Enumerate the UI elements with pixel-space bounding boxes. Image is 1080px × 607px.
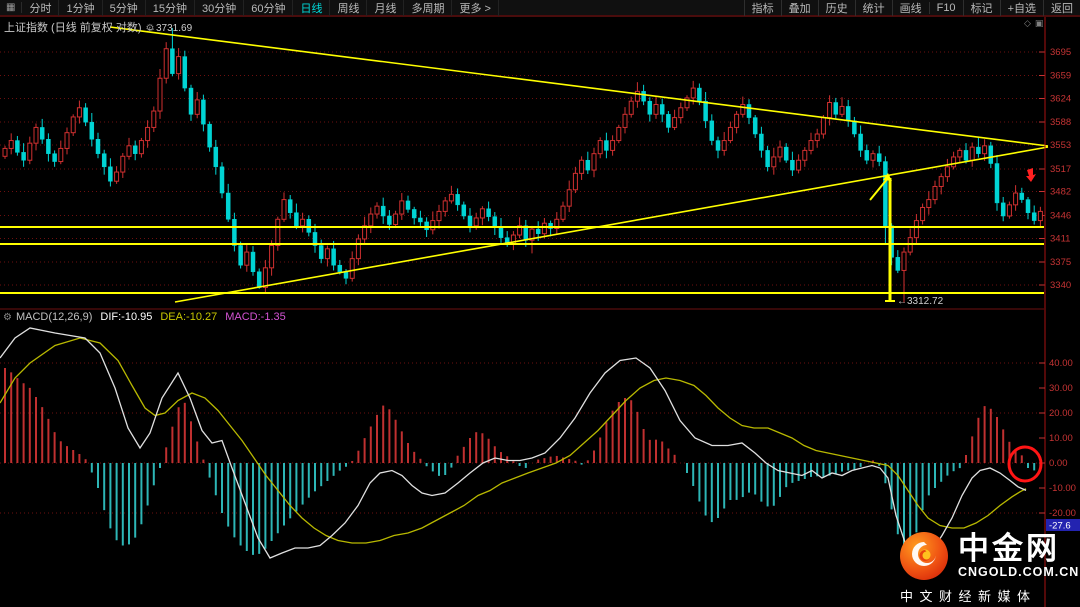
toolbar-item-indicator[interactable]: 指标 (743, 0, 781, 16)
diamond-icon[interactable]: ◇ (1024, 18, 1031, 29)
toolbar-item-mark[interactable]: 标记 (962, 0, 1000, 16)
macd-tick-label: 30.00 (1049, 383, 1073, 394)
watermark-tagline: 中文财经新媒体 (900, 589, 1037, 604)
drawn-annotations[interactable] (0, 26, 1049, 303)
macd-tick-label: -10.00 (1049, 483, 1076, 494)
price-tick-label: 3553 (1050, 140, 1071, 151)
toolbar-item-back[interactable]: 返回 (1043, 0, 1080, 16)
toolbar-item-stats[interactable]: 统计 (854, 0, 892, 16)
descending-trendline (109, 26, 1049, 147)
dea-line (0, 337, 1027, 544)
macd-gear-icon[interactable]: ⚙ (3, 312, 12, 323)
toolbar-item-30min[interactable]: 30分钟 (195, 0, 245, 16)
price-tick-label: 3446 (1050, 210, 1071, 221)
toolbar-item-time-sharing[interactable]: 分时 (22, 0, 60, 16)
macd-label-row: ⚙ MACD(12,26,9) DIF:-10.95 DEA:-10.27 MACD:-… (3, 311, 286, 323)
toolbar-item-1min[interactable]: 1分钟 (59, 0, 103, 16)
toolbar-item-5min[interactable]: 5分钟 (103, 0, 146, 16)
toolbar-item-monthly[interactable]: 月线 (367, 0, 405, 16)
down-arrow-marker[interactable] (1026, 168, 1036, 182)
price-tick-label: 3482 (1050, 187, 1071, 198)
macd-tick-label: 0.00 (1049, 458, 1068, 469)
symbol-title: 上证指数 (日线 前复权 对数) (4, 22, 142, 34)
macd-gridlines: 40.00 30.00 20.00 10.00 0.00 -10.00 -20.00 (0, 358, 1076, 519)
toolbar: ▦ 分时 1分钟 5分钟 15分钟 30分钟 60分钟 日线 周线 月线 多周期 更多 > 指标 叠加… (0, 0, 1080, 17)
panel-icon[interactable]: ▣ (1035, 18, 1044, 29)
toolbar-item-daily[interactable]: 日线 (293, 0, 331, 16)
price-tick-label: 3659 (1050, 71, 1071, 82)
candles-layer (2, 27, 1043, 303)
toolbar-item-add-watchlist[interactable]: +自选 (999, 0, 1043, 16)
price-tick-label: 3411 (1050, 233, 1070, 244)
red-circle-annotation[interactable] (1007, 445, 1043, 483)
toolbar-right: 指标 叠加 历史 统计 画线 F10 标记 +自选 返回 (743, 0, 1080, 16)
chart-title-row: 上证指数 (日线 前复权 对数) ⚙ (4, 19, 154, 35)
price-tick-label: 3695 (1050, 47, 1071, 58)
macd-indicator-label: MACD(12,26,9) (15, 311, 93, 323)
macd-tick-label: 20.00 (1049, 408, 1073, 419)
toolbar-item-f10[interactable]: F10 (928, 1, 963, 14)
toolbar-item-60min[interactable]: 60分钟 (244, 0, 294, 16)
watermark: 中金网 CNGOLD.COM.CN 中文财经新媒体 (898, 530, 1080, 605)
price-tick-label: 3588 (1050, 117, 1071, 128)
panel-corner-icons: ◇ ▣ (1024, 18, 1043, 29)
macd-tick-label: -20.00 (1049, 508, 1076, 519)
macd-dif-value: DIF:-10.95 (100, 311, 153, 323)
toolbar-item-draw-line[interactable]: 画线 (891, 0, 929, 16)
price-tick-label: 3517 (1050, 164, 1071, 175)
toolbar-item-weekly[interactable]: 周线 (330, 0, 368, 16)
macd-tick-label: 40.00 (1049, 358, 1073, 369)
price-tick-label: 3340 (1050, 280, 1071, 291)
toolbar-item-multi-period[interactable]: 多周期 (404, 0, 453, 16)
low-price-label: ←3312.72 (897, 296, 944, 307)
toolbar-item-overlay[interactable]: 叠加 (780, 0, 818, 16)
toolbar-left: 分时 1分钟 5分钟 15分钟 30分钟 60分钟 日线 周线 月线 多周期 更多 > (22, 0, 499, 16)
macd-histogram (4, 368, 1042, 559)
price-tick-label: 3624 (1050, 94, 1071, 105)
toolbar-item-15min[interactable]: 15分钟 (146, 0, 195, 16)
watermark-site-name: 中金网 (958, 530, 1060, 566)
toolbar-item-history[interactable]: 历史 (817, 0, 855, 16)
macd-dea-value: DEA:-10.27 (160, 311, 218, 323)
chart-canvas[interactable]: 3695 3659 3624 3588 3553 3517 3482 3446 3411 3375… (0, 0, 1080, 607)
macd-tick-label: 10.00 (1049, 433, 1073, 444)
toolbar-item-more[interactable]: 更多 > (452, 0, 499, 16)
macd-macd-value: MACD:-1.35 (225, 311, 286, 323)
price-tick-label: 3375 (1050, 257, 1071, 268)
layout-icon[interactable]: ▦ (0, 2, 23, 13)
gear-icon[interactable]: ⚙ (146, 23, 155, 34)
cngold-logo-icon (900, 532, 948, 580)
app-window: { "toolbar": { "active": "日线", "left_ite… (0, 0, 1080, 607)
watermark-domain: CNGOLD.COM.CN (958, 564, 1080, 579)
